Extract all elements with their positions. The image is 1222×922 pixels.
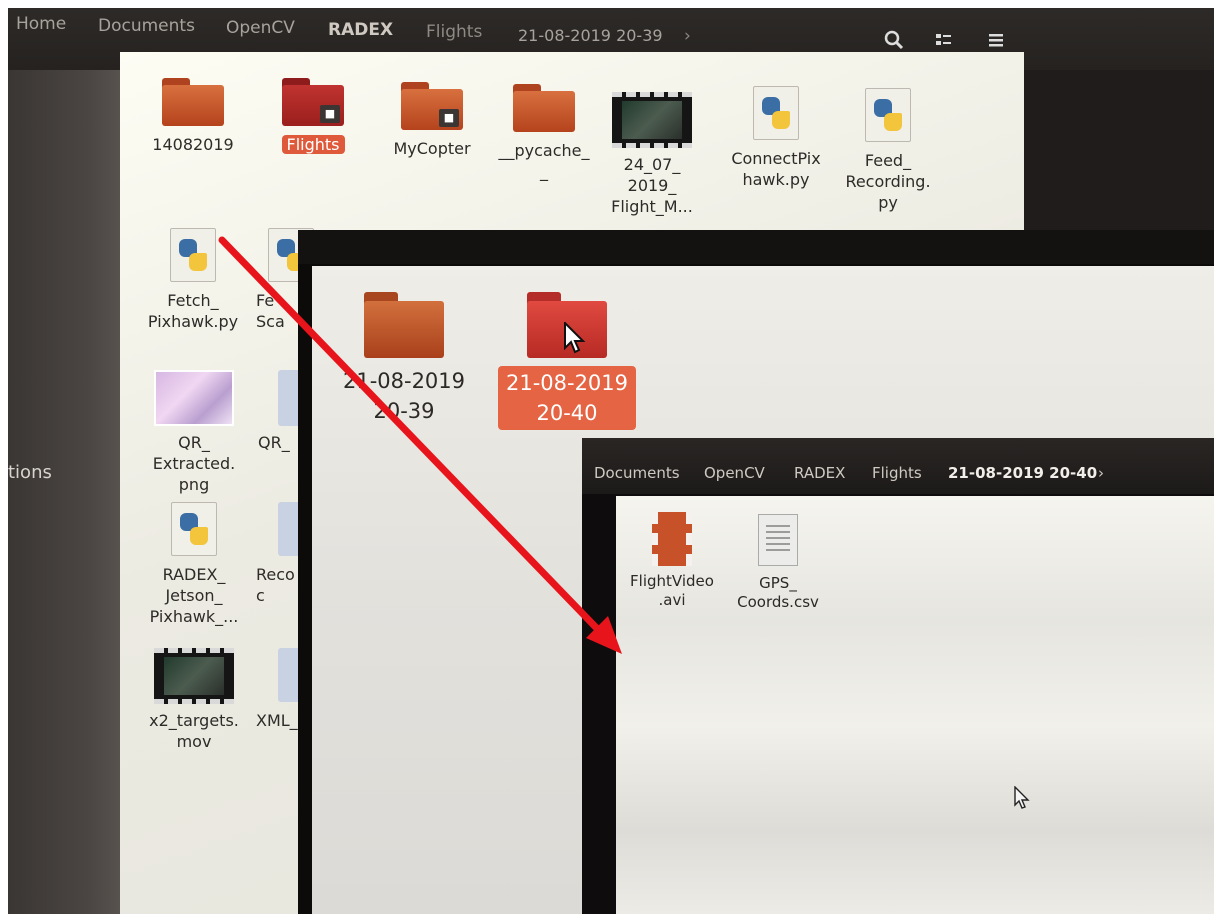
folder-icon [513,84,575,132]
file-label: 14082019 [152,135,234,154]
file-label: ConnectPix hawk.py [731,149,821,189]
file-label: Reco c [256,565,295,605]
front-path-bar: Documents OpenCV RADEX Flights 21-08-201… [582,438,1214,494]
breadcrumb-documents[interactable]: Documents [594,464,680,482]
file-label: GPS_ Coords.csv [737,574,819,611]
desktop-shadow [1024,70,1214,240]
breadcrumb-next[interactable]: › [684,26,691,46]
front-file-area: FlightVideo .avi GPS_ Coords.csv [616,496,1214,914]
breadcrumb-current[interactable]: 21-08-2019 20-40 [948,464,1097,482]
image-thumbnail-icon [154,370,234,426]
file-item[interactable]: RADEX_ Jetson_ Pixhawk_... [138,502,250,627]
file-label: __pycache_ _ [498,141,590,181]
photo-frame: Home Documents OpenCV RADEX Flights 21-0… [8,8,1214,914]
video-file-icon [652,512,692,566]
breadcrumb-flights[interactable]: Flights [872,464,922,482]
document-file-icon [758,514,798,566]
file-item[interactable]: FlightVideo .avi [622,512,722,610]
python-file-icon [171,502,217,556]
file-label: 21-08-2019 20-39 [342,369,466,423]
folder-icon [364,292,444,358]
breadcrumb-opencv[interactable]: OpenCV [704,464,765,482]
file-label: XML_ [256,711,298,730]
folder-item[interactable]: __pycache_ _ [494,84,594,182]
front-window: Documents OpenCV RADEX Flights 21-08-201… [582,438,1214,914]
file-label-selected: Flights [281,135,345,154]
mouse-cursor-icon [1014,786,1030,809]
breadcrumb-next[interactable]: › [1098,464,1104,482]
file-item[interactable]: QR_ Extracted. png [142,370,246,495]
file-label: MyCopter [393,139,471,158]
file-item[interactable]: Fetch_ Pixhawk.py [138,228,248,332]
file-label: QR_ [258,433,290,452]
python-file-icon [865,88,911,142]
folder-item[interactable]: ■ MyCopter [382,82,482,159]
python-file-icon [753,86,799,140]
sidebar-item-label[interactable]: tions [8,462,52,483]
file-item[interactable]: QR_ [258,370,308,453]
file-label: Fetch_ Pixhawk.py [147,291,239,331]
file-item[interactable]: Reco c [256,502,308,606]
folder-item[interactable]: ■ Flights [268,78,358,155]
video-icon [154,648,234,704]
file-item[interactable]: Feed_ Recording. py [836,88,940,213]
mouse-cursor-icon [564,322,586,354]
file-label-selected: 21-08-2019 20-40 [497,366,637,430]
breadcrumb-date[interactable]: 21-08-2019 20-39 [518,26,663,45]
file-item[interactable]: XML_ [256,648,308,731]
file-label: Fe Sca [256,291,285,331]
folder-item[interactable]: 14082019 [148,78,238,155]
locked-folder-icon: ■ [401,82,463,130]
file-label: FlightVideo .avi [630,572,714,609]
breadcrumb-documents[interactable]: Documents [98,16,195,36]
breadcrumb-opencv[interactable]: OpenCV [226,18,295,38]
middle-path-bar [298,230,1214,264]
folder-item[interactable]: 21-08-2019 20-40 [492,292,642,430]
file-item[interactable]: GPS_ Coords.csv [728,514,828,612]
file-item[interactable]: x2_targets. mov [138,648,250,752]
folder-item[interactable]: 21-08-2019 20-39 [334,292,474,426]
file-item[interactable]: 24_07_ 2019_ Flight_M... [602,92,702,217]
breadcrumb-home[interactable]: Home [16,14,66,34]
sidebar: tions [8,70,120,914]
video-icon [612,92,692,148]
breadcrumb-flights[interactable]: Flights [426,22,482,42]
breadcrumb-radex[interactable]: RADEX [328,20,393,40]
file-label: RADEX_ Jetson_ Pixhawk_... [149,565,239,626]
python-file-icon [170,228,216,282]
file-item[interactable]: ConnectPix hawk.py [716,86,836,190]
file-item[interactable]: Fe Sca [256,228,314,332]
file-label: 24_07_ 2019_ Flight_M... [611,155,693,216]
locked-folder-icon: ■ [282,78,344,126]
file-label: QR_ Extracted. png [152,433,236,494]
file-label: Feed_ Recording. py [845,151,931,212]
file-label: x2_targets. mov [149,711,239,751]
breadcrumb-radex[interactable]: RADEX [794,464,845,482]
folder-icon [162,78,224,126]
